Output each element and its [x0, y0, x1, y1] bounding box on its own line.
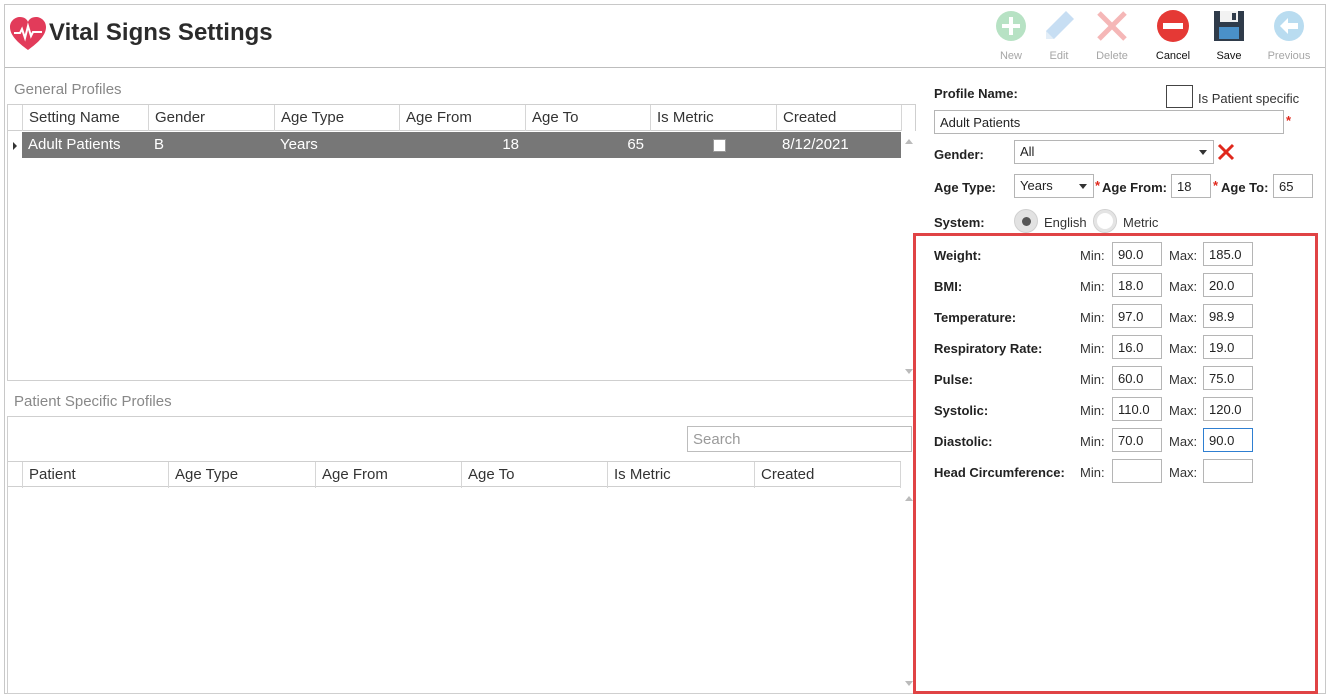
save-label: Save	[1216, 50, 1242, 62]
gender-label: Gender:	[934, 147, 984, 162]
table-row[interactable]: Adult Patients B Years 18 65 8/12/2021	[22, 132, 901, 158]
new-label: New	[999, 50, 1022, 62]
cell-setting-name: Adult Patients	[28, 136, 121, 153]
scroll-down-icon[interactable]	[905, 681, 913, 686]
general-profiles-grid: Setting Name Gender Age Type Age From Ag…	[7, 104, 917, 381]
page-title: Vital Signs Settings	[49, 19, 273, 46]
edit-label: Edit	[1049, 50, 1069, 62]
scroll-up-icon[interactable]	[905, 139, 913, 144]
cell-created: 8/12/2021	[782, 136, 849, 153]
cell-age-from: 18	[502, 136, 519, 153]
col-is-metric[interactable]: Is Metric	[650, 105, 776, 131]
chevron-down-icon	[1079, 184, 1087, 189]
scroll-down-icon[interactable]	[905, 369, 913, 374]
col-patient[interactable]: Patient	[22, 462, 168, 488]
gender-value: All	[1020, 144, 1035, 159]
age-type-select[interactable]: Years	[1014, 174, 1094, 198]
is-patient-specific-checkbox[interactable]	[1166, 85, 1193, 108]
is-patient-specific-label: Is Patient specific	[1198, 91, 1300, 106]
required-marker: *	[1213, 178, 1219, 193]
col-created[interactable]: Created	[754, 462, 901, 488]
required-marker: *	[1095, 178, 1101, 193]
age-type-value: Years	[1020, 178, 1053, 193]
cell-age-to: 65	[627, 136, 644, 153]
chevron-down-icon	[1199, 150, 1207, 155]
metric-label: Metric	[1123, 215, 1159, 230]
patient-profiles-grid: Patient Age Type Age From Age To Is Metr…	[7, 416, 917, 694]
col-age-type[interactable]: Age Type	[168, 462, 315, 488]
search-input[interactable]	[687, 426, 912, 452]
heart-pulse-icon	[10, 17, 46, 50]
row-indicator-icon	[13, 142, 17, 150]
grid-header: Patient Age Type Age From Age To Is Metr…	[8, 461, 901, 488]
cancel-label: Cancel	[1155, 50, 1191, 62]
minus-circle-icon	[1157, 10, 1189, 42]
previous-button[interactable]: Previous	[1264, 9, 1314, 67]
age-from-field[interactable]	[1171, 174, 1211, 198]
col-created[interactable]: Created	[776, 105, 902, 131]
col-age-type[interactable]: Age Type	[274, 105, 399, 131]
general-profiles-title: General Profiles	[14, 81, 122, 98]
english-radio[interactable]	[1014, 209, 1038, 233]
profile-name-field[interactable]	[934, 110, 1284, 134]
is-metric-checkbox[interactable]	[713, 139, 726, 152]
save-button[interactable]: Save	[1204, 9, 1254, 67]
gender-select[interactable]: All	[1014, 140, 1214, 164]
col-age-to[interactable]: Age To	[461, 462, 607, 488]
plus-circle-icon	[996, 11, 1026, 41]
delete-label: Delete	[1096, 50, 1128, 62]
pencil-icon	[1046, 11, 1074, 39]
title-bar: Vital Signs Settings New Edit Delete Can…	[5, 5, 1325, 68]
profile-name-label: Profile Name:	[934, 86, 1018, 101]
patient-profiles-title: Patient Specific Profiles	[14, 393, 172, 410]
highlight-annotation	[913, 233, 1318, 694]
english-label: English	[1044, 215, 1087, 230]
col-gender[interactable]: Gender	[148, 105, 274, 131]
back-arrow-icon	[1274, 11, 1304, 41]
delete-button[interactable]: Delete	[1087, 9, 1137, 67]
col-age-from[interactable]: Age From	[399, 105, 525, 131]
cancel-button[interactable]: Cancel	[1148, 9, 1198, 67]
required-marker: *	[1286, 113, 1292, 128]
age-from-label: Age From:	[1102, 180, 1167, 195]
col-is-metric[interactable]: Is Metric	[607, 462, 754, 488]
clear-gender-icon[interactable]	[1216, 142, 1236, 162]
edit-button[interactable]: Edit	[1034, 9, 1084, 67]
system-label: System:	[934, 215, 985, 230]
col-age-to[interactable]: Age To	[525, 105, 650, 131]
col-setting-name[interactable]: Setting Name	[22, 105, 148, 131]
scroll-up-icon[interactable]	[905, 496, 913, 501]
previous-label: Previous	[1267, 50, 1311, 62]
col-age-from[interactable]: Age From	[315, 462, 461, 488]
new-button[interactable]: New	[986, 9, 1036, 67]
x-icon	[1097, 11, 1127, 41]
floppy-disk-icon	[1214, 11, 1244, 41]
age-to-label: Age To:	[1221, 180, 1269, 195]
cell-age-type: Years	[280, 136, 318, 153]
grid-header: Setting Name Gender Age Type Age From Ag…	[8, 105, 902, 131]
age-type-label: Age Type:	[934, 180, 996, 195]
age-to-field[interactable]	[1273, 174, 1313, 198]
metric-radio[interactable]	[1093, 209, 1117, 233]
cell-gender: B	[154, 136, 165, 153]
